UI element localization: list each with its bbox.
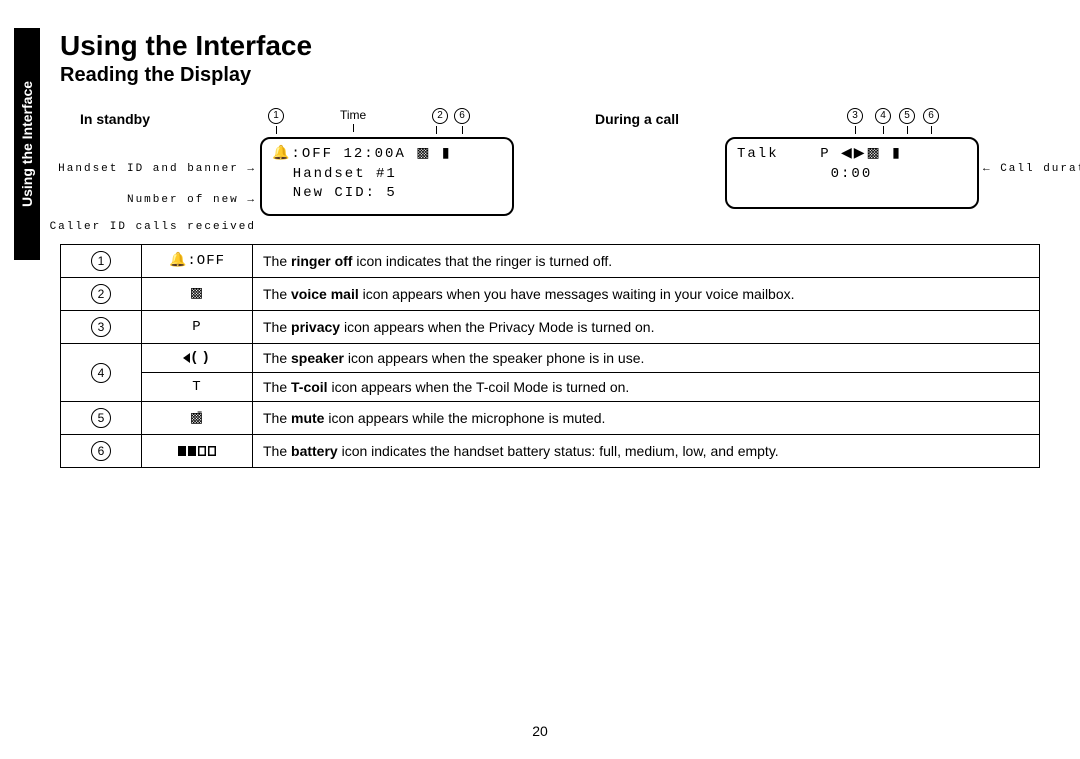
marker-3: 3	[847, 108, 863, 124]
table-row: 6 The battery icon indicates the handset…	[61, 435, 1040, 468]
lcd-standby-line2: Handset #1	[272, 165, 502, 185]
annot-call-duration: Call duration	[983, 163, 1080, 176]
marker-6b: 6	[923, 108, 939, 124]
tcoil-icon: T	[142, 373, 253, 402]
row-desc-4a: The speaker icon appears when the speake…	[253, 343, 1040, 373]
mute-icon: ▩̄	[142, 402, 253, 435]
during-markers: During a call 3 4 5 6	[725, 107, 975, 137]
standby-markers: In standby 1 Time 2 6	[260, 107, 510, 137]
annot-handset-id: Handset ID and banner	[58, 163, 256, 176]
annot-new-cid-b: Caller ID calls received	[50, 221, 256, 233]
page-number: 20	[0, 723, 1080, 739]
standby-block: In standby 1 Time 2 6	[70, 107, 525, 216]
annot-new-cid-a: Number of new	[127, 194, 256, 206]
row-desc-1: The ringer off icon indicates that the r…	[253, 244, 1040, 277]
during-block: During a call 3 4 5 6	[595, 107, 1050, 216]
table-row: 1 🔔:OFF The ringer off icon indicates th…	[61, 244, 1040, 277]
marker-6a: 6	[454, 108, 470, 124]
marker-5: 5	[899, 108, 915, 124]
row-desc-2: The voice mail icon appears when you hav…	[253, 277, 1040, 310]
row-num-2: 2	[91, 284, 111, 304]
lcd-standby-line3: New CID: 5	[272, 184, 502, 204]
time-label: Time	[340, 108, 366, 122]
table-row: 2 ▩ The voice mail icon appears when you…	[61, 277, 1040, 310]
row-desc-5: The mute icon appears while the micropho…	[253, 402, 1040, 435]
ringer-off-icon: 🔔:OFF	[142, 244, 253, 277]
row-desc-4b: The T-coil icon appears when the T-coil …	[253, 373, 1040, 402]
marker-1: 1	[268, 108, 284, 124]
lcd-during-line2: 0:00	[737, 165, 967, 185]
during-lcd: Talk P ◀▶▩ ▮ 0:00 Call duration	[725, 137, 979, 209]
row-num-6: 6	[91, 441, 111, 461]
voicemail-icon: ▩	[142, 277, 253, 310]
row-num-5: 5	[91, 408, 111, 428]
row-num-1: 1	[91, 251, 111, 271]
row-num-3: 3	[91, 317, 111, 337]
standby-lcd: 🔔:OFF 12:00A ▩ ▮ Handset #1 New CID: 5 H…	[260, 137, 514, 216]
speaker-icon: (	[142, 343, 253, 373]
lcd-during-line1: Talk P ◀▶▩ ▮	[737, 145, 967, 165]
page-content: Using the Interface Reading the Display …	[60, 30, 1050, 468]
table-row: 5 ▩̄ The mute icon appears while the mic…	[61, 402, 1040, 435]
marker-4: 4	[875, 108, 891, 124]
marker-2: 2	[432, 108, 448, 124]
row-desc-3: The privacy icon appears when the Privac…	[253, 310, 1040, 343]
privacy-icon: P	[142, 310, 253, 343]
standby-label: In standby	[80, 111, 150, 127]
displays-row: In standby 1 Time 2 6	[60, 107, 1050, 216]
section-title: Reading the Display	[60, 64, 1050, 87]
icon-legend-table: 1 🔔:OFF The ringer off icon indicates th…	[60, 244, 1040, 469]
table-row: 3 P The privacy icon appears when the Pr…	[61, 310, 1040, 343]
row-desc-6: The battery icon indicates the handset b…	[253, 435, 1040, 468]
lcd-standby-line1: 🔔:OFF 12:00A ▩ ▮	[272, 145, 502, 165]
page-title: Using the Interface	[60, 30, 1050, 62]
row-num-4: 4	[91, 363, 111, 383]
battery-icon	[142, 435, 253, 468]
table-row: 4 ( The speaker icon appears when the sp…	[61, 343, 1040, 373]
during-label: During a call	[595, 111, 679, 127]
table-row: T The T-coil icon appears when the T-coi…	[61, 373, 1040, 402]
